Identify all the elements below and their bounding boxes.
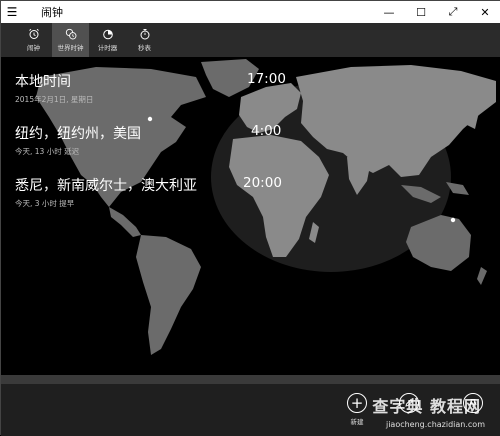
tab-world-clock[interactable]: 世界时钟: [52, 23, 89, 57]
clock-city: 纽约，纽约州，美国: [15, 126, 141, 142]
close-button[interactable]: ✕: [469, 1, 500, 23]
clock-detail: 今天, 13 小时 延迟: [15, 147, 80, 156]
fullscreen-button[interactable]: ⤢: [437, 1, 469, 23]
world-map: 本地时间 2015年2月1日, 星期日 17:00 纽约，纽约州，美国 今天, …: [1, 57, 500, 384]
app-window: ☰ 闹钟 — ☐ ⤢ ✕ 闹钟 世界时钟 计时器 秒表 本地时间 2015年2月…: [0, 0, 500, 436]
central-america-landmass: [109, 207, 141, 237]
clock-city: 本地时间: [15, 74, 71, 90]
hamburger-icon[interactable]: ☰: [1, 1, 23, 23]
new-button[interactable]: + 新建: [347, 393, 367, 426]
window-controls: — ☐ ⤢ ✕: [373, 1, 500, 23]
timer-icon: [102, 28, 114, 40]
tab-label: 闹钟: [27, 44, 40, 52]
tab-label: 世界时钟: [57, 44, 84, 52]
antarctica-landmass: [1, 375, 500, 384]
clock-city: 悉尼，新南威尔士，澳大利亚: [15, 178, 197, 194]
world-map-graphic: [1, 59, 500, 384]
window-title: 闹钟: [41, 6, 63, 19]
clock-detail: 今天, 3 小时 提早: [15, 199, 75, 208]
clock-entry-local[interactable]: 本地时间 2015年2月1日, 星期日 17:00: [15, 71, 286, 105]
clock-entry-sydney[interactable]: 悉尼，新南威尔士，澳大利亚 今天, 3 小时 提早 20:00: [15, 175, 282, 209]
clock-time: 4:00: [251, 123, 282, 139]
minimize-button[interactable]: —: [373, 1, 405, 23]
tab-bar: 闹钟 世界时钟 计时器 秒表: [1, 23, 500, 57]
new-button-label: 新建: [350, 418, 364, 426]
alarm-clock-icon: [28, 28, 40, 40]
maximize-button[interactable]: ☐: [405, 1, 437, 23]
title-bar: ☰ 闹钟 — ☐ ⤢ ✕: [1, 1, 500, 23]
clock-detail: 2015年2月1日, 星期日: [15, 95, 94, 104]
tab-alarm[interactable]: 闹钟: [15, 23, 52, 57]
world-clock-icon: [65, 28, 77, 40]
tab-label: 计时器: [97, 44, 118, 52]
south-america-landmass: [136, 235, 201, 355]
tab-stopwatch[interactable]: 秒表: [126, 23, 163, 57]
stopwatch-icon: [139, 28, 151, 40]
new-zealand-landmass: [477, 267, 487, 285]
clock-entry-new-york[interactable]: 纽约，纽约州，美国 今天, 13 小时 延迟 4:00: [15, 123, 281, 157]
new-york-dot: [147, 116, 153, 122]
watermark-url: jiaocheng.chazidian.com: [385, 420, 485, 429]
clock-time: 17:00: [247, 71, 286, 87]
sydney-dot: [450, 217, 456, 223]
tab-timer[interactable]: 计时器: [89, 23, 126, 57]
plus-icon: +: [347, 393, 367, 413]
watermark-text: 查字典 教程网: [372, 397, 481, 416]
clock-time: 20:00: [243, 175, 282, 191]
tab-label: 秒表: [138, 44, 151, 52]
